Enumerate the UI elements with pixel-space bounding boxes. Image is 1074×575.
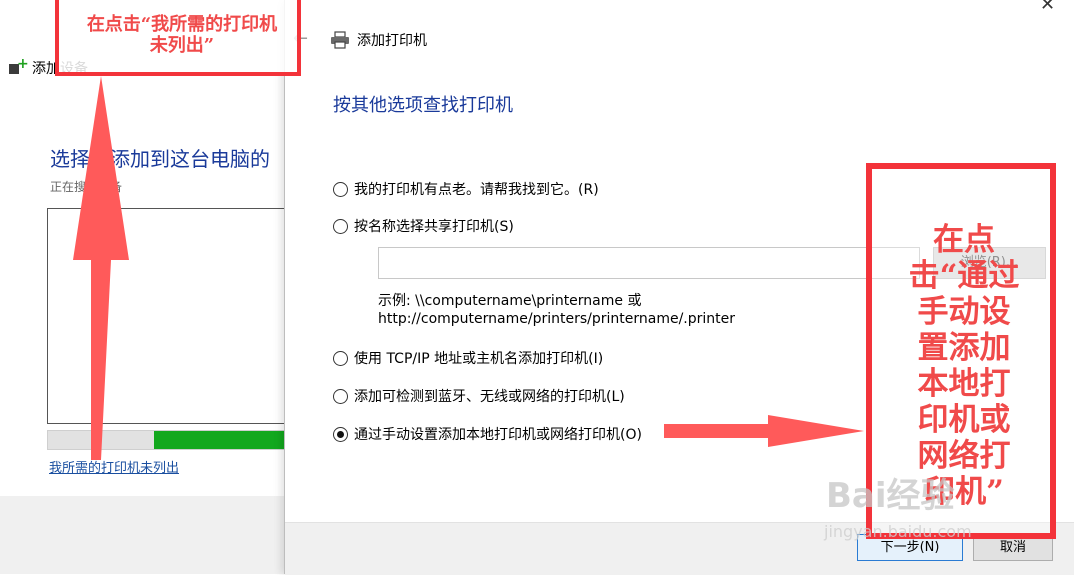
example-text-line1: 示例: \\computername\printername 或 bbox=[378, 293, 642, 309]
radio-bluetooth-wireless[interactable] bbox=[333, 388, 348, 404]
annotation-arrow-up-icon bbox=[73, 76, 129, 460]
option-old-printer[interactable]: 我的打印机有点老。请帮我找到它。(R) bbox=[333, 179, 599, 199]
shared-printer-input[interactable] bbox=[378, 247, 920, 279]
radio-old-printer[interactable] bbox=[333, 181, 348, 197]
section-heading: 按其他选项查找打印机 bbox=[333, 95, 513, 116]
radio-manual-local[interactable] bbox=[333, 426, 348, 442]
option-bluetooth-wireless-label: 添加可检测到蓝牙、无线或网络的打印机(L) bbox=[354, 389, 625, 405]
option-manual-local-label: 通过手动设置添加本地打印机或网络打印机(O) bbox=[354, 427, 642, 443]
option-manual-local[interactable]: 通过手动设置添加本地打印机或网络打印机(O) bbox=[333, 424, 642, 444]
watermark-url: jingyan.baidu.com bbox=[824, 522, 972, 541]
annotation-note-right: 在点击“通过手动设置添加本地打印机或网络打印机” bbox=[908, 222, 1020, 510]
example-text-line2: http://computername/printers/printername… bbox=[378, 311, 736, 327]
add-device-icon: + bbox=[8, 57, 29, 76]
add-device-dialog: + 添加设备 选择要添加到这台电脑的 正在搜索设备 我所需的打印机未列出 bbox=[0, 0, 291, 574]
option-old-printer-label: 我的打印机有点老。请帮我找到它。(R) bbox=[354, 182, 599, 198]
option-tcpip-label: 使用 TCP/IP 地址或主机名添加打印机(I) bbox=[354, 351, 604, 367]
option-bluetooth-wireless[interactable]: 添加可检测到蓝牙、无线或网络的打印机(L) bbox=[333, 386, 625, 406]
annotation-arrow-right-icon bbox=[664, 415, 864, 447]
add-device-footer bbox=[0, 496, 290, 574]
annotation-note-top: 在点击“我所需的打印机未列出” bbox=[86, 14, 278, 56]
search-progress-fill bbox=[154, 431, 284, 449]
option-shared-printer-label: 按名称选择共享打印机(S) bbox=[354, 219, 514, 235]
radio-tcpip[interactable] bbox=[333, 350, 348, 366]
watermark-logo: Bai经验 bbox=[826, 476, 955, 516]
dialog-title: 添加打印机 bbox=[357, 33, 427, 49]
close-icon[interactable]: ✕ bbox=[1040, 0, 1055, 15]
radio-shared-printer[interactable] bbox=[333, 218, 348, 234]
option-tcpip[interactable]: 使用 TCP/IP 地址或主机名添加打印机(I) bbox=[333, 348, 603, 368]
printer-icon bbox=[331, 31, 349, 49]
option-shared-printer[interactable]: 按名称选择共享打印机(S) bbox=[333, 216, 514, 236]
